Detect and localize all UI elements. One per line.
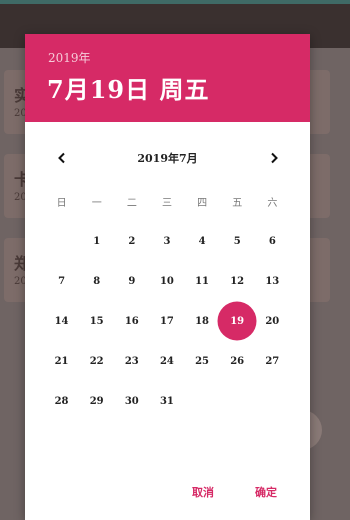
day-number: 26: [230, 355, 245, 367]
day-number: 12: [230, 275, 245, 287]
calendar-day[interactable]: 13: [255, 263, 290, 299]
day-number: 31: [159, 395, 174, 407]
day-number: 6: [268, 235, 276, 247]
calendar-day[interactable]: 1: [79, 223, 114, 259]
day-number: 9: [128, 275, 136, 287]
next-month-button[interactable]: [262, 146, 286, 170]
calendar-day[interactable]: 25: [185, 343, 220, 379]
calendar-day[interactable]: 24: [149, 343, 184, 379]
calendar-week: 7 8 9 10 11 12 13: [44, 263, 290, 299]
calendar-day-empty: [185, 383, 220, 419]
calendar-week: 1 2 3 4 5 6: [44, 223, 290, 259]
calendar-day[interactable]: 9: [114, 263, 149, 299]
weekday-header: 日 一 二 三 四 五 六: [44, 186, 290, 222]
calendar-day[interactable]: 18: [185, 303, 220, 339]
dialog-header: 2019年 7月19日 周五: [25, 34, 310, 122]
day-number: 3: [163, 235, 171, 247]
day-number: 7: [58, 275, 66, 287]
weekday-label: 一: [91, 198, 102, 209]
day-number: 16: [124, 315, 139, 327]
day-number: 20: [265, 315, 280, 327]
calendar-day[interactable]: 26: [220, 343, 255, 379]
weekday-label: 三: [161, 198, 172, 209]
calendar-day[interactable]: 14: [44, 303, 79, 339]
calendar-day[interactable]: 16: [114, 303, 149, 339]
calendar-day[interactable]: 11: [185, 263, 220, 299]
calendar-day[interactable]: 27: [255, 343, 290, 379]
day-number: 15: [89, 315, 104, 327]
weekday-label: 二: [126, 198, 137, 209]
calendar-day[interactable]: 10: [149, 263, 184, 299]
calendar-day-selected[interactable]: 19: [220, 303, 255, 339]
calendar-day[interactable]: 28: [44, 383, 79, 419]
date-picker-dialog: 2019年 7月19日 周五 2019年7月 日 一 二 三 四 五 六 1 2…: [25, 34, 310, 520]
calendar-day[interactable]: 15: [79, 303, 114, 339]
calendar-day[interactable]: 20: [255, 303, 290, 339]
calendar-day[interactable]: 23: [114, 343, 149, 379]
calendar-week: 21 22 23 24 25 26 27: [44, 343, 290, 379]
day-number: 30: [124, 395, 139, 407]
header-year[interactable]: 2019年: [48, 49, 91, 66]
day-number: 25: [195, 355, 210, 367]
day-number: 2: [128, 235, 136, 247]
calendar-day[interactable]: 2: [114, 223, 149, 259]
day-number: 19: [230, 315, 245, 327]
calendar-day-empty: [220, 383, 255, 419]
calendar-day[interactable]: 4: [185, 223, 220, 259]
header-selected-date[interactable]: 7月19日 周五: [47, 70, 209, 105]
day-number: 8: [93, 275, 101, 287]
confirm-button[interactable]: 确定: [255, 484, 277, 500]
calendar-day[interactable]: 3: [149, 223, 184, 259]
calendar-day-empty: [44, 223, 79, 259]
day-number: 23: [124, 355, 139, 367]
day-number: 17: [159, 315, 174, 327]
calendar-day[interactable]: 8: [79, 263, 114, 299]
day-number: 13: [265, 275, 280, 287]
day-number: 1: [93, 235, 101, 247]
calendar-week: 28 29 30 31: [44, 383, 290, 419]
cancel-button[interactable]: 取消: [192, 484, 214, 500]
weekday-label: 六: [267, 198, 278, 209]
weekday-label: 四: [197, 198, 208, 209]
background-status-stripe: [0, 0, 350, 4]
calendar-day[interactable]: 31: [149, 383, 184, 419]
day-number: 22: [89, 355, 104, 367]
calendar-day[interactable]: 6: [255, 223, 290, 259]
calendar-day[interactable]: 30: [114, 383, 149, 419]
calendar-day[interactable]: 21: [44, 343, 79, 379]
day-number: 14: [54, 315, 69, 327]
calendar-day[interactable]: 12: [220, 263, 255, 299]
calendar-day[interactable]: 29: [79, 383, 114, 419]
day-number: 18: [195, 315, 210, 327]
calendar-day[interactable]: 17: [149, 303, 184, 339]
day-number: 24: [159, 355, 174, 367]
calendar-week: 14 15 16 17 18 19 20: [44, 303, 290, 339]
day-number: 29: [89, 395, 104, 407]
day-number: 21: [54, 355, 69, 367]
calendar-day-empty: [255, 383, 290, 419]
day-number: 4: [198, 235, 206, 247]
weekday-label: 五: [232, 198, 243, 209]
calendar-day[interactable]: 5: [220, 223, 255, 259]
weekday-label: 日: [56, 198, 67, 209]
calendar-day[interactable]: 22: [79, 343, 114, 379]
day-number: 5: [233, 235, 241, 247]
calendar-day[interactable]: 7: [44, 263, 79, 299]
chevron-right-icon: [271, 152, 278, 164]
day-number: 28: [54, 395, 69, 407]
day-number: 27: [265, 355, 280, 367]
day-number: 11: [195, 275, 210, 287]
day-number: 10: [159, 275, 174, 287]
